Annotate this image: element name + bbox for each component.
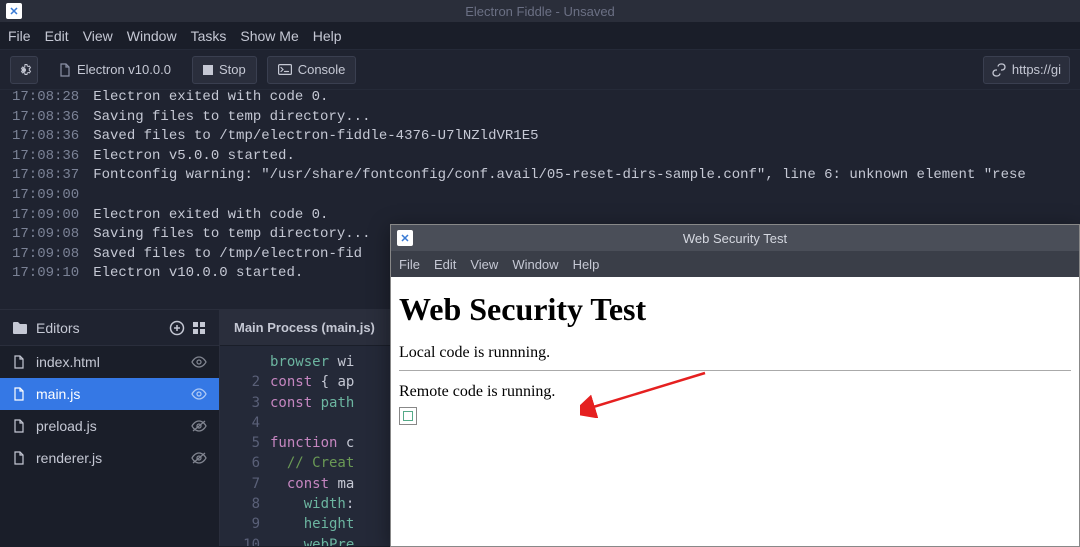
stop-button[interactable]: Stop xyxy=(192,56,257,84)
gutter: 2345678910 xyxy=(220,346,270,546)
eye-off-icon[interactable] xyxy=(191,452,207,464)
file-name: preload.js xyxy=(36,418,181,434)
file-item-main-js[interactable]: main.js xyxy=(0,378,219,410)
child-title: Web Security Test xyxy=(683,231,787,246)
sidebar-header: Editors xyxy=(0,310,219,346)
child-remote-text: Remote code is running. xyxy=(399,383,1071,401)
console-line: 17:09:00 xyxy=(12,186,1068,206)
child-menu-help[interactable]: Help xyxy=(573,257,600,272)
menu-tasks[interactable]: Tasks xyxy=(191,28,227,44)
sidebar-title: Editors xyxy=(36,320,169,336)
file-name: main.js xyxy=(36,386,181,402)
version-label: Electron v10.0.0 xyxy=(77,62,171,77)
child-local-text: Local code is runnning. xyxy=(399,344,1071,362)
file-item-renderer-js[interactable]: renderer.js xyxy=(0,442,219,474)
child-content: Web Security Test Local code is runnning… xyxy=(391,277,1079,546)
child-menubar: File Edit View Window Help xyxy=(391,251,1079,277)
child-window: ✕ Web Security Test File Edit View Windo… xyxy=(390,224,1080,547)
menu-show-me[interactable]: Show Me xyxy=(240,28,298,44)
window-title: Electron Fiddle - Unsaved xyxy=(465,4,615,19)
sidebar: Editors index.html main.js preload.js xyxy=(0,310,220,546)
console-line: 17:09:00Electron exited with code 0. xyxy=(12,206,1068,226)
settings-button[interactable] xyxy=(10,56,38,84)
child-menu-edit[interactable]: Edit xyxy=(434,257,456,272)
console-label: Console xyxy=(298,62,346,77)
menu-help[interactable]: Help xyxy=(313,28,342,44)
toolbar: Electron v10.0.0 Stop Console https://gi xyxy=(0,50,1080,90)
titlebar: ✕ Electron Fiddle - Unsaved xyxy=(0,0,1080,22)
menu-file[interactable]: File xyxy=(8,28,31,44)
stop-label: Stop xyxy=(219,62,246,77)
child-app-icon: ✕ xyxy=(397,230,413,246)
divider xyxy=(399,370,1071,371)
broken-image-icon xyxy=(399,407,417,425)
file-name: renderer.js xyxy=(36,450,181,466)
stop-icon xyxy=(203,65,213,75)
gist-button[interactable]: https://gi xyxy=(983,56,1070,84)
app-icon: ✕ xyxy=(6,3,22,19)
gear-icon xyxy=(16,62,32,78)
link-icon xyxy=(992,63,1006,77)
file-icon xyxy=(12,355,26,369)
eye-icon[interactable] xyxy=(191,356,207,368)
child-menu-window[interactable]: Window xyxy=(512,257,558,272)
file-item-preload-js[interactable]: preload.js xyxy=(0,410,219,442)
eye-off-icon[interactable] xyxy=(191,420,207,432)
file-item-index-html[interactable]: index.html xyxy=(0,346,219,378)
file-icon xyxy=(12,419,26,433)
add-icon[interactable] xyxy=(169,320,185,336)
folder-icon xyxy=(12,321,28,335)
file-name: index.html xyxy=(36,354,181,370)
console-icon xyxy=(278,64,292,75)
menubar: File Edit View Window Tasks Show Me Help xyxy=(0,22,1080,50)
file-icon xyxy=(59,63,71,77)
child-heading: Web Security Test xyxy=(399,291,1071,328)
file-icon xyxy=(12,451,26,465)
console-line: 17:08:36Electron v5.0.0 started. xyxy=(12,147,1068,167)
child-titlebar: ✕ Web Security Test xyxy=(391,225,1079,251)
menu-edit[interactable]: Edit xyxy=(45,28,69,44)
gist-label: https://gi xyxy=(1012,62,1061,77)
console-line: 17:08:37Fontconfig warning: "/usr/share/… xyxy=(12,166,1068,186)
version-button[interactable]: Electron v10.0.0 xyxy=(48,56,182,84)
console-line: 17:08:36Saved files to /tmp/electron-fid… xyxy=(12,127,1068,147)
console-line: 17:08:28Electron exited with code 0. xyxy=(12,90,1068,108)
menu-view[interactable]: View xyxy=(83,28,113,44)
console-button[interactable]: Console xyxy=(267,56,357,84)
menu-window[interactable]: Window xyxy=(127,28,177,44)
child-menu-view[interactable]: View xyxy=(470,257,498,272)
child-menu-file[interactable]: File xyxy=(399,257,420,272)
file-icon xyxy=(12,387,26,401)
grid-icon[interactable] xyxy=(191,320,207,336)
console-line: 17:08:36Saving files to temp directory..… xyxy=(12,108,1068,128)
eye-icon[interactable] xyxy=(191,388,207,400)
